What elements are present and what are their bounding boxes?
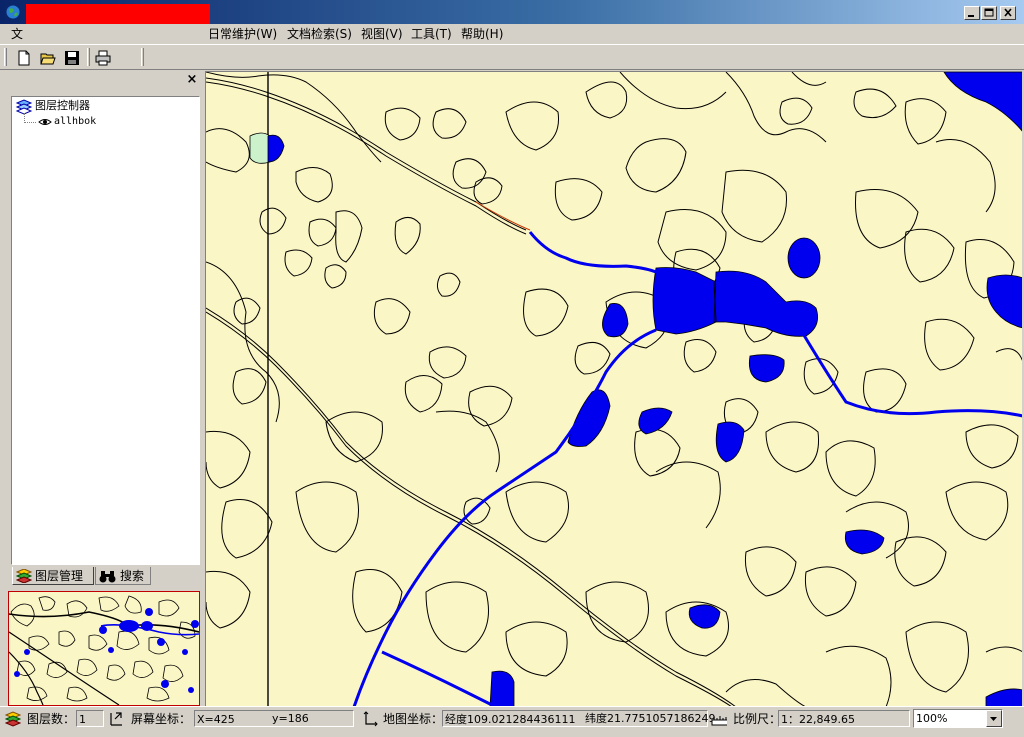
menu-tools[interactable]: 工具(T) [411, 26, 452, 42]
eye-icon[interactable] [38, 117, 52, 127]
tree-connector [24, 122, 36, 123]
tree-root-label: 图层控制器 [35, 99, 90, 112]
menu-help[interactable]: 帮助(H) [461, 26, 503, 42]
maximize-button[interactable] [981, 6, 997, 20]
map-coordinate-label: 地图坐标： [383, 712, 444, 726]
toolbar [0, 44, 1024, 70]
close-icon [1004, 8, 1012, 17]
overview-map[interactable] [8, 591, 200, 706]
dropdown-button[interactable] [986, 710, 1002, 727]
layer-count-value: 1 [76, 710, 104, 727]
print-icon [95, 50, 111, 66]
toolbar-grip[interactable] [4, 48, 7, 66]
zoom-value: 100% [916, 712, 948, 725]
map-axes-icon [363, 711, 378, 727]
tab-search-label: 搜索 [120, 569, 145, 583]
menu-maintenance[interactable]: 日常维护(W) [208, 26, 277, 42]
maximize-icon [984, 8, 994, 17]
save-icon [65, 51, 79, 65]
open-file-button[interactable] [38, 48, 58, 68]
layer-count-label: 图层数： [27, 712, 76, 726]
overview-map-canvas[interactable] [9, 592, 199, 705]
redacted-title [26, 4, 210, 24]
minimize-button[interactable] [964, 6, 980, 20]
latitude-value: 纬度21.7751057186249 [585, 712, 716, 725]
ruler-icon [711, 716, 727, 726]
tab-layer-management-label: 图层管理 [35, 569, 84, 583]
status-bar: 图层数： 1 屏幕坐标： X=425 y=186 地图坐标： 经度109.021… [0, 706, 1024, 737]
panel-close-button[interactable]: × [186, 73, 198, 86]
layers-stack-icon [16, 569, 33, 583]
layer-tree[interactable]: 图层控制器 allhbok [11, 96, 200, 565]
panel-tab-strip: 图层管理 搜索 [10, 567, 200, 587]
tab-layer-management[interactable]: 图层管理 [12, 567, 94, 585]
binoculars-icon [99, 571, 116, 583]
tab-search[interactable]: 搜索 [95, 567, 151, 585]
print-button[interactable] [93, 48, 113, 68]
menu-view[interactable]: 视图(V) [361, 26, 403, 42]
screen-coordinate-label: 屏幕坐标： [131, 712, 192, 726]
application-window: 文 日常维护(W) 文档检索(S) 视图(V) 工具(T) 帮助(H) × 图层… [0, 0, 1024, 737]
map-canvas[interactable] [206, 72, 1022, 706]
chevron-down-icon [990, 717, 997, 721]
layer-panel: × 图层控制器 allhbok 图层管理 搜索 [0, 71, 204, 706]
zoom-select[interactable]: 100% [913, 709, 1003, 728]
scale-label: 比例尺： [733, 712, 782, 726]
menu-document-search[interactable]: 文档检索(S) [287, 26, 352, 42]
new-file-button[interactable] [14, 48, 34, 68]
new-file-icon [18, 50, 30, 66]
toolbar-separator [141, 48, 144, 66]
title-bar[interactable] [0, 0, 1024, 24]
save-button[interactable] [62, 48, 82, 68]
screen-y-value: y=186 [272, 712, 309, 725]
open-folder-icon [40, 53, 56, 65]
menu-file[interactable]: 文 [11, 26, 23, 42]
scale-value: 1：22,849.65 [778, 710, 910, 727]
toolbar-separator [87, 48, 90, 66]
globe-icon [5, 4, 21, 20]
map-view[interactable] [205, 71, 1022, 706]
layers-stack-icon [5, 711, 21, 727]
cursor-coordinate-icon [110, 712, 122, 726]
menu-bar: 文 日常维护(W) 文档检索(S) 视图(V) 工具(T) 帮助(H) [0, 24, 1024, 44]
close-button[interactable] [1000, 6, 1016, 20]
minimize-icon [968, 15, 974, 17]
layer-name: allhbok [54, 116, 97, 127]
